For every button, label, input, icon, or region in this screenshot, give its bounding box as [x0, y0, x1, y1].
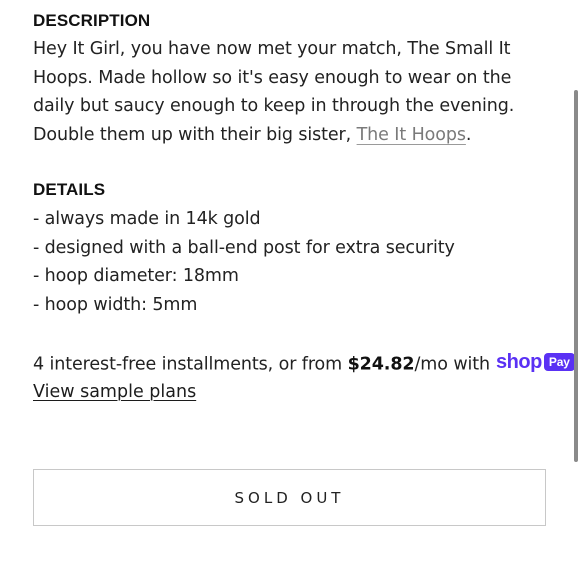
list-item: - always made in 14k gold: [33, 209, 261, 229]
details-heading: DETAILS: [33, 180, 106, 199]
shop-pay-logo: shop Pay: [496, 348, 575, 377]
shop-logo-word: shop: [496, 351, 542, 373]
installments-prefix: 4 interest-free installments, or from: [33, 354, 348, 375]
it-hoops-link[interactable]: The It Hoops: [357, 125, 466, 145]
view-sample-plans-link[interactable]: View sample plans: [33, 378, 196, 407]
pay-badge: Pay: [543, 353, 575, 372]
sold-out-button[interactable]: SOLD OUT: [33, 469, 546, 526]
installments-banner: 4 interest-free installments, or from $2…: [33, 350, 575, 379]
list-item: - designed with a ball-end post for extr…: [33, 237, 455, 258]
installments-suffix: /mo with: [414, 354, 491, 375]
description-text: Hey It Girl, you have now met your match…: [33, 35, 551, 149]
scrollbar-thumb[interactable]: [574, 90, 578, 462]
installment-price: $24.82: [347, 354, 415, 375]
list-item: - hoop width: 5mm: [33, 294, 198, 315]
description-end: .: [465, 124, 472, 145]
scrollbar[interactable]: [572, 0, 580, 580]
list-item: - hoop diameter: 18mm: [33, 266, 239, 286]
description-heading: DESCRIPTION: [33, 11, 151, 30]
details-list: - always made in 14k gold - designed wit…: [33, 205, 455, 319]
